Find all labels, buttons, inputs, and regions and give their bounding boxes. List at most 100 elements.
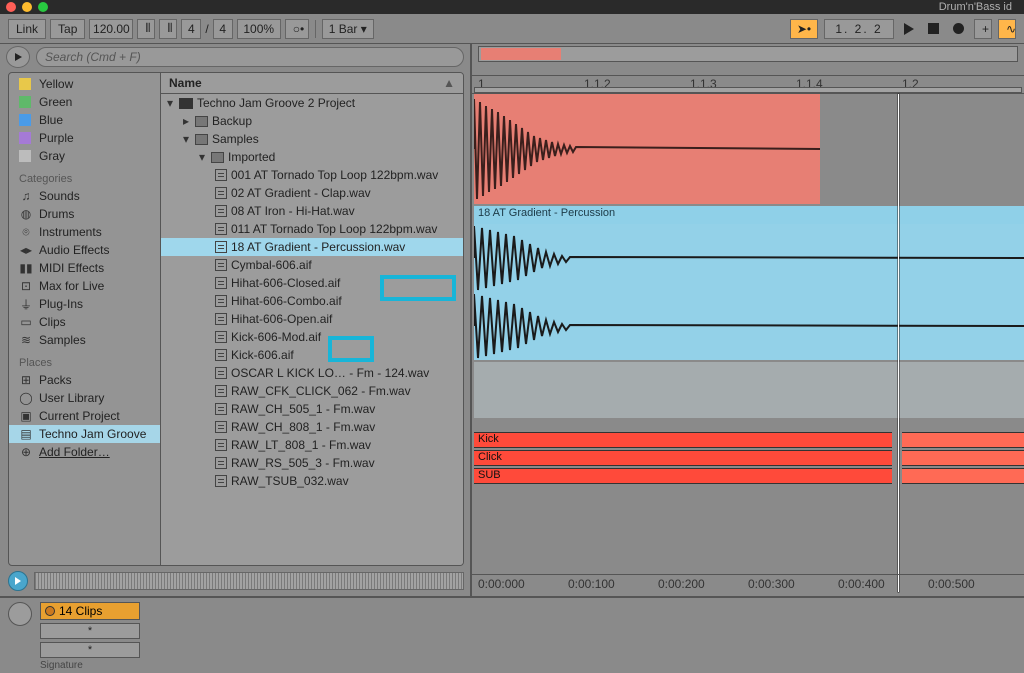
tree-file[interactable]: Hihat-606-Open.aif (161, 310, 463, 328)
tempo-field[interactable]: 120.00 (89, 19, 133, 39)
tree-folder[interactable]: ▾Samples (161, 130, 463, 148)
place-techno-jam-groove[interactable]: ▤Techno Jam Groove (9, 425, 160, 443)
midi-clip-continuation[interactable] (902, 450, 1024, 466)
tree-file[interactable]: Hihat-606-Combo.aif (161, 292, 463, 310)
color-filter-gray[interactable]: Gray (9, 147, 160, 165)
tree-file[interactable]: RAW_CFK_CLICK_062 - Fm.wav (161, 382, 463, 400)
midi-clip-kick[interactable]: Kick (474, 432, 892, 448)
audio-clip[interactable] (474, 362, 1024, 418)
category-audio-effects[interactable]: ◂▸Audio Effects (9, 241, 160, 259)
color-filter-purple[interactable]: Purple (9, 129, 160, 147)
category-max-for-live[interactable]: ⊡Max for Live (9, 277, 160, 295)
place-icon: ◯ (19, 392, 33, 404)
category-plug-ins[interactable]: ⏚Plug-Ins (9, 295, 160, 313)
place-add-folder-[interactable]: ⊕Add Folder… (9, 443, 160, 461)
tap-button[interactable]: Tap (50, 19, 85, 39)
detail-collapse-icon[interactable] (8, 602, 32, 626)
file-icon (215, 349, 227, 361)
tree-file[interactable]: RAW_TSUB_032.wav (161, 472, 463, 490)
link-button[interactable]: Link (8, 19, 46, 39)
tree-file[interactable]: 18 AT Gradient - Percussion.wav (161, 238, 463, 256)
tree-folder[interactable]: ▸Backup (161, 112, 463, 130)
tree-file[interactable]: RAW_RS_505_3 - Fm.wav (161, 454, 463, 472)
timesig-num[interactable]: 4 (181, 19, 201, 39)
tree-file[interactable]: OSCAR L KICK LO… - Fm - 124.wav (161, 364, 463, 382)
preview-waveform[interactable] (34, 572, 464, 590)
color-swatch (19, 96, 31, 108)
zoom-field[interactable]: 100% (237, 19, 281, 39)
category-instruments[interactable]: ⌾Instruments (9, 223, 160, 241)
tree-file[interactable]: RAW_CH_505_1 - Fm.wav (161, 400, 463, 418)
color-swatch (19, 114, 31, 126)
beat-ruler[interactable]: 1 1.1.2 1.1.3 1.1.4 1.2 (472, 76, 1024, 94)
play-button[interactable] (900, 23, 918, 35)
arrangement-view[interactable]: 1 1.1.2 1.1.3 1.1.4 1.2 18 AT Gradient -… (470, 44, 1024, 596)
clip-header[interactable]: 18 AT Gradient - Percussion (474, 206, 1024, 224)
color-filter-blue[interactable]: Blue (9, 111, 160, 129)
midi-clip-sub[interactable]: SUB (474, 468, 892, 484)
tree-file[interactable]: Hihat-606-Closed.aif (161, 274, 463, 292)
audio-clip[interactable] (474, 94, 820, 204)
color-swatch (19, 78, 31, 90)
overdub-toggle[interactable]: + (974, 19, 992, 39)
tree-file[interactable]: Cymbal-606.aif (161, 256, 463, 274)
category-midi-effects[interactable]: ▮▮MIDI Effects (9, 259, 160, 277)
tree-project-root[interactable]: ▾ Techno Jam Groove 2 Project (161, 94, 463, 112)
tree-file[interactable]: 011 AT Tornado Top Loop 122bpm.wav (161, 220, 463, 238)
metronome-nudge-down[interactable]: ⫴ (137, 19, 155, 39)
category-clips[interactable]: ▭Clips (9, 313, 160, 331)
place-user-library[interactable]: ◯User Library (9, 389, 160, 407)
file-icon (215, 295, 227, 307)
color-swatch (19, 132, 31, 144)
traffic-close[interactable] (6, 2, 16, 12)
clip-field-1[interactable]: * (40, 623, 140, 639)
place-packs[interactable]: ⊞Packs (9, 371, 160, 389)
category-samples[interactable]: ≋Samples (9, 331, 160, 349)
tree-file[interactable]: Kick-606.aif (161, 346, 463, 364)
record-button[interactable] (949, 23, 968, 34)
song-position[interactable]: 1. 2. 2 (824, 19, 894, 39)
preview-play-button[interactable] (8, 571, 28, 591)
quantize-menu[interactable]: 1 Bar ▾ (322, 19, 374, 39)
automation-arm[interactable]: ∿ (998, 19, 1016, 39)
tree-file[interactable]: Kick-606-Mod.aif (161, 328, 463, 346)
loop-brace[interactable] (474, 87, 1022, 93)
metronome-toggle[interactable]: ○• (285, 19, 309, 39)
tree-file[interactable]: RAW_CH_808_1 - Fm.wav (161, 418, 463, 436)
file-list-header[interactable]: Name▲ (161, 73, 463, 94)
audio-clip[interactable] (474, 224, 1024, 360)
clip-field-2[interactable]: * (40, 642, 140, 658)
clip-color-dot (45, 606, 55, 616)
file-icon (215, 385, 227, 397)
category-drums[interactable]: ◍Drums (9, 205, 160, 223)
metronome-nudge-up[interactable]: ⫴ (159, 19, 177, 39)
category-icon: ▮▮ (19, 262, 33, 274)
place-icon: ▤ (19, 428, 33, 440)
category-sounds[interactable]: ♫Sounds (9, 187, 160, 205)
tree-folder[interactable]: ▾Imported (161, 148, 463, 166)
tree-file[interactable]: 02 AT Gradient - Clap.wav (161, 184, 463, 202)
arrangement-overview[interactable] (472, 44, 1024, 76)
midi-clip-continuation[interactable] (902, 468, 1024, 484)
traffic-minimize[interactable] (22, 2, 32, 12)
midi-clip-click[interactable]: Click (474, 450, 892, 466)
tree-file[interactable]: 08 AT Iron - Hi-Hat.wav (161, 202, 463, 220)
search-input[interactable]: Search (Cmd + F) (36, 47, 464, 67)
midi-clip-continuation[interactable] (902, 432, 1024, 448)
playhead[interactable] (898, 94, 899, 592)
place-current-project[interactable]: ▣Current Project (9, 407, 160, 425)
file-icon (215, 313, 227, 325)
color-filter-yellow[interactable]: Yellow (9, 75, 160, 93)
tree-file[interactable]: 001 AT Tornado Top Loop 122bpm.wav (161, 166, 463, 184)
clip-title[interactable]: 14 Clips (40, 602, 140, 620)
browser-play-icon[interactable] (6, 46, 30, 68)
timesig-den[interactable]: 4 (213, 19, 233, 39)
tracks-area[interactable]: 18 AT Gradient - Percussion Kick Click SUB… (472, 94, 1024, 592)
file-icon (215, 187, 227, 199)
time-ruler[interactable]: 0:00:000 0:00:100 0:00:200 0:00:300 0:00… (472, 574, 1024, 592)
color-filter-green[interactable]: Green (9, 93, 160, 111)
follow-toggle[interactable]: ➤• (790, 19, 818, 39)
tree-file[interactable]: RAW_LT_808_1 - Fm.wav (161, 436, 463, 454)
stop-button[interactable] (924, 23, 943, 34)
traffic-zoom[interactable] (38, 2, 48, 12)
